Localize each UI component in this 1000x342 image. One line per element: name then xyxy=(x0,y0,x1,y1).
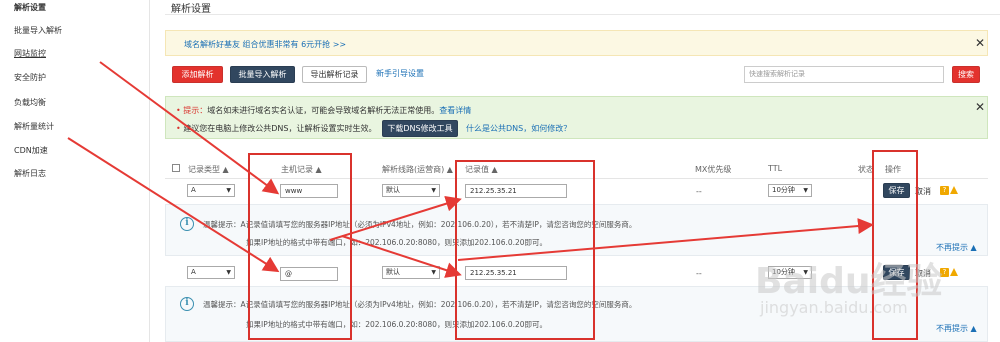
record-value-input[interactable]: 212.25.35.21 xyxy=(465,266,567,280)
mx-value: -- xyxy=(696,187,702,196)
select-all-checkbox[interactable] xyxy=(172,164,180,172)
tip-box: i 温馨提示：A记录值请填写您的服务器IP地址（必须为IPv4地址，例如：202… xyxy=(165,286,988,342)
tip-line-2: 如果IP地址的格式中带有端口，如：202.106.0.20:8080，则只添加2… xyxy=(246,320,548,329)
host-input[interactable]: www xyxy=(280,184,338,198)
close-icon[interactable]: ✕ xyxy=(975,100,985,114)
notice-prefix: 提示： xyxy=(183,106,208,115)
col-mx: MX优先级 xyxy=(695,165,732,174)
sidebar-item-security[interactable]: 安全防护 xyxy=(14,72,46,83)
warning-icon xyxy=(950,268,958,276)
tip-line-2: 如果IP地址的格式中带有端口，如：202.106.0.20:8080，则只添加2… xyxy=(246,238,548,247)
record-type-select[interactable]: A ▼ xyxy=(187,184,235,197)
notice-text-2: 建议您在电脑上修改公共DNS，让解析设置实时生效。 xyxy=(183,124,377,133)
help-icon[interactable]: ? xyxy=(940,186,949,195)
download-dns-tool-button[interactable]: 下载DNS修改工具 xyxy=(382,120,458,137)
promo-banner: 域名解析好基友 组合优惠非常有 6元开抢 >> ✕ xyxy=(165,30,988,56)
col-value[interactable]: 记录值 ▲ xyxy=(465,164,498,175)
record-type-select[interactable]: A ▼ xyxy=(187,266,235,279)
cancel-link[interactable]: 取消 xyxy=(915,186,931,197)
host-input[interactable]: @ xyxy=(280,267,338,281)
sidebar-item-dns-settings[interactable]: 解析设置 xyxy=(14,2,46,13)
divider xyxy=(165,178,988,179)
warning-icon xyxy=(950,186,958,194)
tip-box: i 温馨提示：A记录值请填写您的服务器IP地址（必须为IPv4地址，例如：202… xyxy=(165,204,988,256)
sidebar-item-site-monitor[interactable]: 网站监控 xyxy=(14,48,46,59)
notice-line-1: • 提示：域名如未进行域名实名认证，可能会导致域名解析无法正常使用。查看详情 xyxy=(176,106,472,115)
notice-text-1: 域名如未进行域名实名认证，可能会导致域名解析无法正常使用。 xyxy=(207,106,440,115)
guide-settings-link[interactable]: 新手引导设置 xyxy=(376,68,424,79)
promo-link[interactable]: 域名解析好基友 组合优惠非常有 6元开抢 >> xyxy=(184,39,346,50)
main-content: 解析设置 域名解析好基友 组合优惠非常有 6元开抢 >> ✕ 添加解析 批量导入… xyxy=(150,0,1000,342)
col-line[interactable]: 解析线路(运营商) ▲ xyxy=(382,164,453,175)
public-dns-link[interactable]: 什么是公共DNS，如何修改？ xyxy=(466,123,571,134)
line-select[interactable]: 默认 ▼ xyxy=(382,266,440,279)
help-icon[interactable]: ? xyxy=(940,268,949,277)
search-button[interactable]: 搜索 xyxy=(952,66,980,83)
col-type[interactable]: 记录类型 ▲ xyxy=(188,164,229,175)
col-host[interactable]: 主机记录 ▲ xyxy=(281,164,322,175)
sidebar-item-load-balance[interactable]: 负载均衡 xyxy=(14,97,46,108)
close-icon[interactable]: ✕ xyxy=(975,36,985,50)
tip-line-1: 温馨提示：A记录值请填写您的服务器IP地址（必须为IPv4地址，例如：202.1… xyxy=(203,220,637,229)
details-link[interactable]: 查看详情 xyxy=(439,106,471,115)
info-icon: i xyxy=(180,297,194,311)
sidebar-item-batch-import[interactable]: 批量导入解析 xyxy=(14,25,62,36)
notice-banner: • 提示：域名如未进行域名实名认证，可能会导致域名解析无法正常使用。查看详情 •… xyxy=(165,96,988,139)
col-action: 操作 xyxy=(885,165,901,174)
save-button[interactable]: 保存 xyxy=(883,183,910,198)
line-select[interactable]: 默认 ▼ xyxy=(382,184,440,197)
col-ttl: TTL xyxy=(768,164,783,173)
cancel-link[interactable]: 取消 xyxy=(915,268,931,279)
sidebar: 解析设置 批量导入解析 网站监控 安全防护 负载均衡 解析量统计 CDN加速 解… xyxy=(0,0,150,342)
batch-import-button[interactable]: 批量导入解析 xyxy=(230,66,295,83)
ttl-select[interactable]: 10分钟 ▼ xyxy=(768,266,812,279)
info-icon: i xyxy=(180,217,194,231)
divider xyxy=(165,14,1000,15)
ttl-select[interactable]: 10分钟 ▼ xyxy=(768,184,812,197)
sidebar-item-stats[interactable]: 解析量统计 xyxy=(14,121,54,132)
tip-line-1: 温馨提示：A记录值请填写您的服务器IP地址（必须为IPv4地址，例如：202.1… xyxy=(203,300,637,309)
export-button[interactable]: 导出解析记录 xyxy=(302,66,367,83)
sidebar-item-log[interactable]: 解析日志 xyxy=(14,168,46,179)
notice-line-2: • 建议您在电脑上修改公共DNS，让解析设置实时生效。 xyxy=(176,124,377,133)
mx-value: -- xyxy=(696,269,702,278)
add-record-button[interactable]: 添加解析 xyxy=(172,66,223,83)
record-value-input[interactable]: 212.25.35.21 xyxy=(465,184,567,198)
search-input[interactable]: 快速搜索解析记录 xyxy=(744,66,944,83)
col-status: 状态 xyxy=(858,165,874,174)
dismiss-tip-link[interactable]: 不再提示 ▲ xyxy=(936,323,977,334)
page-title: 解析设置 xyxy=(171,4,211,15)
sidebar-item-cdn[interactable]: CDN加速 xyxy=(14,145,48,156)
dismiss-tip-link[interactable]: 不再提示 ▲ xyxy=(936,242,977,253)
save-button[interactable]: 保存 xyxy=(883,265,910,280)
